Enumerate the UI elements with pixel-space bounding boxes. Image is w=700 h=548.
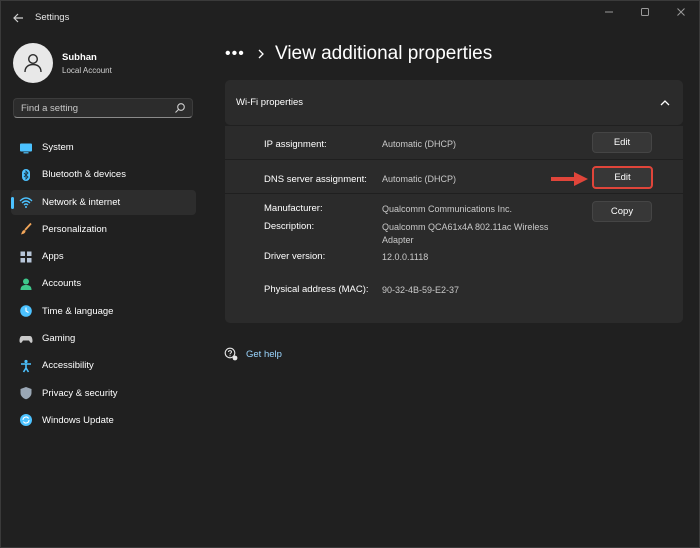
breadcrumb-overflow-button[interactable]: •••: [225, 45, 247, 63]
sidebar-item-system[interactable]: System: [11, 135, 196, 160]
breadcrumb: ••• View additional properties: [225, 39, 492, 69]
sidebar-item-label: Gaming: [42, 333, 76, 345]
apps-icon: [19, 250, 33, 264]
description-value-line2: Adapter: [382, 235, 414, 245]
maximize-icon: [641, 8, 649, 16]
copy-button[interactable]: Copy: [592, 201, 652, 222]
sidebar-item-bluetooth[interactable]: Bluetooth & devices: [11, 162, 196, 187]
dns-assignment-value: Automatic (DHCP): [382, 174, 457, 184]
sidebar-item-accessibility[interactable]: Accessibility: [11, 353, 196, 378]
person-icon: [19, 277, 33, 291]
wifi-properties-header[interactable]: Wi-Fi properties: [225, 80, 683, 125]
close-button[interactable]: [663, 1, 699, 23]
settings-window: Settings Subhan Local Account Find a set…: [0, 0, 700, 548]
chevron-up-icon[interactable]: [659, 98, 671, 108]
ip-assignment-label: IP assignment:: [264, 139, 327, 150]
brush-icon: [19, 222, 33, 236]
sidebar-item-label: Privacy & security: [42, 387, 118, 399]
sidebar-item-label: System: [42, 142, 74, 153]
back-arrow-icon: [13, 13, 23, 23]
controller-icon: [19, 332, 33, 346]
accessibility-icon: [19, 359, 33, 373]
row-divider: [225, 159, 683, 160]
chevron-right-icon: [258, 49, 264, 59]
avatar: [13, 43, 53, 83]
globe-clock-icon: [19, 304, 33, 318]
manufacturer-value: Qualcomm Communications Inc.: [382, 204, 513, 214]
sidebar-item-time-language[interactable]: Time & language: [11, 299, 196, 324]
sidebar-item-privacy[interactable]: Privacy & security: [11, 381, 196, 406]
sidebar-item-label: Accounts: [42, 278, 82, 290]
minimize-button[interactable]: [591, 1, 627, 23]
sidebar-item-gaming[interactable]: Gaming: [11, 326, 196, 351]
ip-edit-button[interactable]: Edit: [592, 132, 652, 153]
person-icon: [24, 53, 42, 73]
search-input[interactable]: Find a setting: [13, 98, 193, 118]
sidebar-item-label: Windows Update: [42, 414, 114, 426]
sidebar-item-label: Accessibility: [42, 360, 94, 372]
description-value-line1: Qualcomm QCA61x4A 802.11ac Wireless: [382, 222, 549, 232]
sidebar-item-label: Network & internet: [42, 196, 121, 208]
wifi-properties-title: Wi-Fi properties: [236, 97, 304, 108]
minimize-icon: [605, 11, 613, 13]
description-label: Description:: [264, 221, 315, 232]
get-help-link[interactable]: Get help: [224, 347, 282, 361]
dns-edit-button[interactable]: Edit: [592, 166, 653, 189]
driver-version-value: 12.0.0.1118: [382, 252, 429, 262]
app-title: Settings: [35, 12, 70, 23]
sidebar-item-network[interactable]: Network & internet: [11, 189, 196, 215]
help-icon: [224, 347, 238, 361]
sidebar-item-label: Bluetooth & devices: [42, 169, 126, 181]
search-icon[interactable]: [174, 102, 186, 114]
mac-value: 90-32-4B-59-E2-37: [382, 285, 460, 295]
user-profile[interactable]: Subhan Local Account: [13, 41, 112, 85]
dns-assignment-label: DNS server assignment:: [264, 174, 367, 185]
profile-account-type: Local Account: [62, 65, 112, 75]
sidebar-item-label: Apps: [42, 251, 64, 263]
back-button[interactable]: [7, 7, 29, 29]
sidebar-item-apps[interactable]: Apps: [11, 244, 196, 269]
wifi-properties-body: IP assignment: Automatic (DHCP) Edit DNS…: [225, 126, 683, 323]
red-arrow-icon: [551, 172, 588, 186]
get-help-label: Get help: [246, 348, 282, 360]
search-placeholder: Find a setting: [21, 103, 79, 114]
sidebar-item-label: Personalization: [42, 223, 107, 235]
sidebar-item-accounts[interactable]: Accounts: [11, 271, 196, 296]
update-icon: [19, 413, 33, 427]
mac-label: Physical address (MAC):: [264, 284, 369, 295]
system-icon: [19, 141, 33, 155]
maximize-button[interactable]: [627, 1, 663, 23]
sidebar-nav: System Bluetooth & devices Network & int…: [11, 135, 196, 435]
sidebar-item-personalization[interactable]: Personalization: [11, 217, 196, 242]
driver-version-label: Driver version:: [264, 251, 326, 262]
page-title: View additional properties: [275, 43, 493, 64]
row-divider: [225, 193, 683, 194]
wifi-icon: [19, 195, 33, 209]
close-icon: [677, 8, 685, 16]
ip-assignment-value: Automatic (DHCP): [382, 139, 457, 149]
title-bar: Settings: [1, 1, 699, 35]
window-controls: [591, 1, 699, 23]
bluetooth-icon: [19, 168, 33, 182]
profile-name: Subhan: [62, 51, 97, 63]
sidebar-item-windows-update[interactable]: Windows Update: [11, 408, 196, 433]
shield-icon: [19, 386, 33, 400]
manufacturer-label: Manufacturer:: [264, 203, 323, 214]
sidebar-item-label: Time & language: [42, 305, 114, 317]
